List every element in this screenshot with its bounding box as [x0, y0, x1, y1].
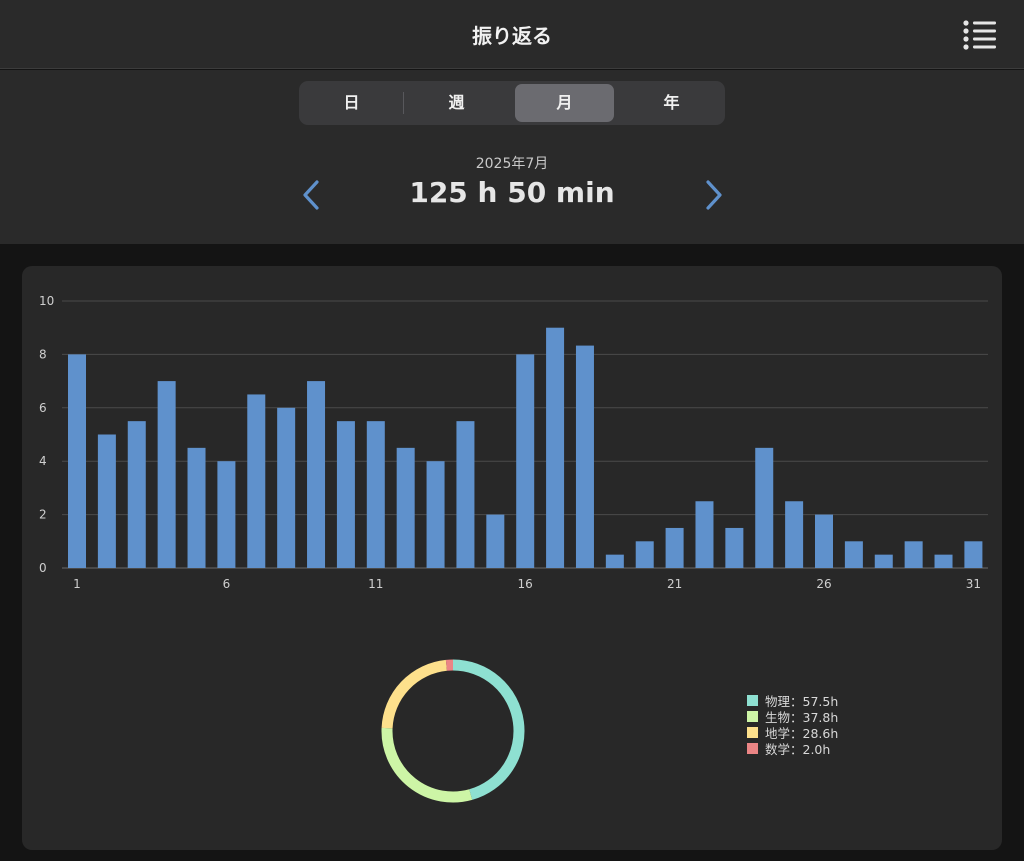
bar-day-13 — [426, 461, 445, 568]
bar-day-10 — [336, 421, 355, 568]
y-tick-label: 8 — [39, 347, 47, 361]
bar-day-27 — [844, 541, 863, 568]
bar-day-30 — [934, 554, 953, 568]
x-tick-label: 16 — [518, 577, 533, 591]
bar-day-9 — [307, 381, 326, 568]
bar-day-16 — [516, 354, 535, 568]
bar-day-6 — [217, 461, 236, 568]
y-tick-label: 6 — [39, 401, 47, 415]
x-tick-label: 6 — [223, 577, 231, 591]
donut-slice-1 — [452, 659, 525, 800]
y-tick-label: 10 — [39, 294, 54, 308]
donut-slice-2 — [381, 727, 473, 803]
segment-year[interactable]: 年 — [622, 84, 721, 122]
bar-day-1 — [68, 354, 86, 568]
bar-day-8 — [277, 407, 296, 568]
stats-card: 0 2 4 6 8 10 1 6 11 16 21 26 31 物理：57.5h 生物：37.8h 地学：2… — [22, 266, 1002, 850]
bar-day-28 — [874, 554, 893, 568]
navbar: 振り返る — [0, 0, 1024, 69]
chevron-right-icon[interactable] — [700, 178, 726, 212]
bar-day-24 — [755, 447, 774, 568]
bar-day-29 — [904, 541, 923, 568]
bar-day-15 — [486, 514, 505, 568]
bar-day-31 — [964, 541, 983, 568]
bar-day-2 — [97, 434, 116, 568]
x-tick-label: 31 — [966, 577, 981, 591]
bar-day-20 — [635, 541, 654, 568]
bar-day-22 — [695, 501, 714, 568]
study-time-charts: 02468101 6 11 16 21 26 31 — [39, 294, 988, 803]
x-tick-label: 11 — [368, 577, 383, 591]
y-tick-label: 0 — [39, 561, 47, 575]
x-tick-label: 21 — [667, 577, 682, 591]
list-icon[interactable] — [962, 18, 998, 50]
x-tick-label: 26 — [816, 577, 831, 591]
bar-day-19 — [605, 554, 624, 568]
period-segmented-control: 日 週 月 年 — [299, 81, 725, 125]
bar-day-23 — [725, 527, 744, 568]
segment-month[interactable]: 月 — [515, 84, 614, 122]
bar-day-18 — [575, 345, 594, 568]
bar-day-25 — [785, 501, 804, 568]
page-title: 振り返る — [472, 24, 552, 48]
total-time: 125 h 50 min — [409, 176, 615, 209]
donut-slice-3 — [381, 659, 448, 729]
bar-day-21 — [665, 527, 684, 568]
period-header: 日 週 月 年 2025年7月 125 h 50 min — [0, 70, 1024, 244]
bar-day-5 — [187, 447, 206, 568]
bar-day-14 — [456, 421, 475, 568]
segment-week[interactable]: 週 — [407, 84, 506, 122]
segment-day[interactable]: 日 — [302, 84, 401, 122]
legend-swatch — [747, 694, 758, 706]
bar-day-11 — [366, 421, 385, 568]
bar-day-17 — [546, 327, 565, 568]
legend-item: 数学：2.0h — [747, 740, 838, 757]
legend-swatch — [747, 710, 758, 722]
legend-swatch — [747, 742, 758, 754]
x-tick-label: 1 — [73, 577, 81, 591]
bar-day-12 — [396, 447, 415, 568]
bar-day-3 — [127, 421, 146, 568]
y-tick-label: 4 — [39, 454, 47, 468]
chevron-left-icon[interactable] — [299, 178, 325, 212]
subject-legend: 物理：57.5h 生物：37.8h 地学：28.6h 数学：2.0h — [747, 692, 838, 757]
period-label: 2025年7月 — [475, 156, 549, 172]
bar-day-7 — [247, 394, 266, 568]
bar-day-4 — [157, 381, 176, 568]
bar-day-26 — [815, 514, 833, 568]
legend-label: 数学：2.0h — [765, 741, 831, 757]
legend-swatch — [747, 726, 758, 738]
segment-divider — [403, 92, 404, 114]
y-tick-label: 2 — [39, 508, 47, 522]
